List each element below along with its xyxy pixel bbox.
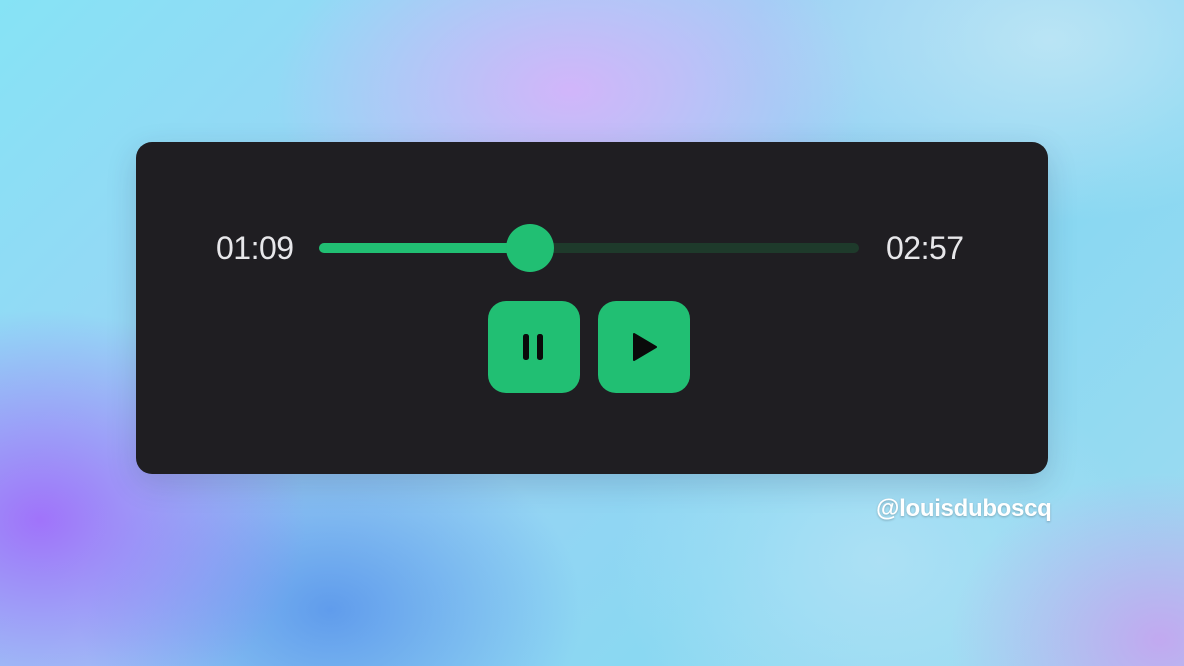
pause-icon [519, 332, 549, 362]
progress-slider[interactable] [319, 224, 859, 272]
play-icon [629, 332, 659, 362]
progress-fill [319, 243, 530, 253]
pause-button[interactable] [488, 301, 580, 393]
total-time: 02:57 [886, 230, 964, 266]
play-button[interactable] [598, 301, 690, 393]
progress-thumb[interactable] [505, 224, 554, 272]
author-credit: @louisduboscq [876, 495, 1052, 522]
current-time: 01:09 [216, 230, 294, 266]
audio-player: 01:09 02:57 [136, 142, 1048, 474]
